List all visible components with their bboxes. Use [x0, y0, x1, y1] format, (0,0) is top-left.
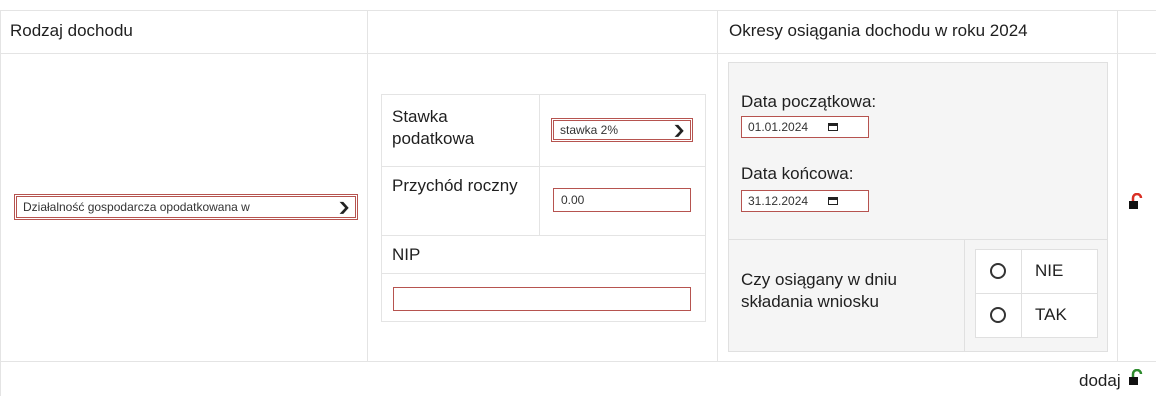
achieved-question: Czy osiągany w dniu składania wniosku — [741, 270, 897, 311]
start-date-input[interactable]: 01.01.2024 — [741, 116, 869, 138]
unlock-add-icon[interactable] — [1129, 368, 1143, 387]
col-left-border — [0, 10, 1, 396]
income-type-selected: Działalność gospodarcza opodatkowana w — [23, 200, 250, 214]
header-periods: Okresy osiągania dochodu w roku 2024 — [729, 21, 1028, 40]
nip-input[interactable] — [393, 287, 691, 311]
tax-rate-select[interactable]: stawka 2% ❯ — [551, 118, 693, 142]
add-link[interactable]: dodaj — [1079, 370, 1121, 392]
revenue-label: Przychód roczny — [392, 176, 518, 195]
option-tak-label: TAK — [1035, 305, 1067, 324]
end-date-label: Data końcowa: — [741, 164, 854, 183]
unlock-remove-icon[interactable] — [1129, 192, 1143, 211]
col-divider-1 — [367, 10, 368, 361]
calendar-icon[interactable] — [828, 123, 839, 131]
chevron-down-icon: ❯ — [671, 123, 687, 137]
chevron-down-icon: ❯ — [336, 200, 352, 214]
revenue-input[interactable]: 0.00 — [553, 188, 691, 212]
header-bottom-border — [0, 53, 1156, 54]
radio-nie[interactable] — [990, 263, 1006, 279]
income-type-select[interactable]: Działalność gospodarcza opodatkowana w ❯ — [14, 194, 358, 220]
tax-rate-selected: stawka 2% — [560, 123, 619, 137]
option-nie-label: NIE — [1035, 261, 1064, 280]
end-date-input[interactable]: 31.12.2024 — [741, 190, 869, 212]
end-date-value: 31.12.2024 — [748, 194, 809, 208]
col-divider-2 — [717, 10, 718, 361]
calendar-icon[interactable] — [828, 197, 839, 205]
details-table: Stawka podatkowa stawka 2% ❯ Przychód ro… — [381, 94, 706, 322]
table-top-border — [0, 10, 1156, 11]
start-date-label: Data początkowa: — [741, 92, 877, 111]
nip-label: NIP — [392, 245, 421, 264]
period-panel: Data początkowa: 01.01.2024 Data końcowa… — [728, 62, 1108, 352]
achieved-options-table: NIE TAK — [975, 249, 1098, 338]
row-bottom-border — [0, 361, 1156, 362]
col-divider-3 — [1117, 10, 1118, 361]
header-income-type: Rodzaj dochodu — [10, 21, 133, 40]
radio-tak[interactable] — [990, 307, 1006, 323]
tax-rate-label: Stawka podatkowa — [392, 107, 475, 148]
start-date-value: 01.01.2024 — [748, 120, 809, 134]
